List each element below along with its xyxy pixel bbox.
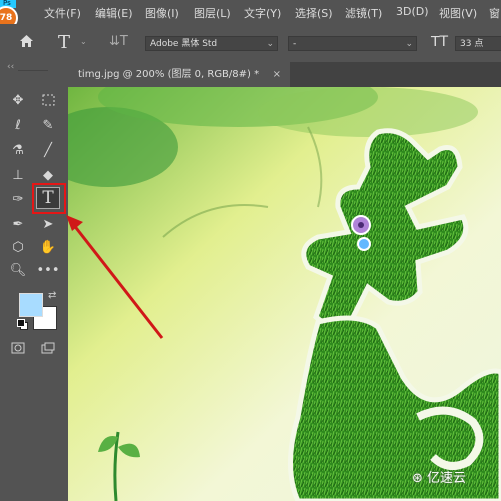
more-tools-icon[interactable]: ••• xyxy=(36,259,60,281)
quick-mask-icon[interactable] xyxy=(6,337,30,359)
brush-tool-icon[interactable]: ╱ xyxy=(36,139,60,161)
chevron-down-icon: ⌄ xyxy=(266,39,274,49)
document-tab-bar: timg.jpg @ 200% (图层 0, RGB/8#) * × xyxy=(68,62,501,87)
screen-mode-icon[interactable] xyxy=(36,337,60,359)
watermark: ⊛ 亿速云 xyxy=(412,471,467,486)
font-style-select[interactable]: - ⌄ xyxy=(288,36,417,51)
zoom-tool-icon[interactable]: 🔍︎ xyxy=(6,259,30,281)
menu-select[interactable]: 选择(S) xyxy=(295,5,333,21)
options-bar: T ⌄ ⇊T Adobe 黑体 Std ⌄ - ⌄ ꓔT 33 点 xyxy=(0,24,501,63)
collapse-icon[interactable]: ‹‹ xyxy=(7,62,14,72)
tools-panel: ‹‹ ✥ ℓ ✎ ⚗ ╱ ⊥ ◆ ✑ T ✒ ➤ ⬡ ✋ 🔍︎ ••• ⇄ xyxy=(0,62,69,501)
home-icon[interactable] xyxy=(19,34,34,52)
type-tool-highlight xyxy=(32,183,66,214)
menu-type[interactable]: 文字(Y) xyxy=(244,5,281,21)
document-canvas[interactable] xyxy=(68,87,501,501)
menu-3d[interactable]: 3D(D) xyxy=(396,5,429,18)
menu-window[interactable]: 窗 xyxy=(489,5,500,21)
type-icon[interactable]: T xyxy=(58,32,70,53)
marquee-tool-icon[interactable] xyxy=(36,89,60,111)
lasso-tool-icon[interactable]: ℓ xyxy=(6,114,30,136)
menu-image[interactable]: 图像(I) xyxy=(145,5,179,21)
font-size-icon: ꓔT xyxy=(431,34,449,50)
menu-file[interactable]: 文件(F) xyxy=(44,5,81,21)
menu-bar: Ps 78 文件(F) 编辑(E) 图像(I) 图层(L) 文字(Y) 选择(S… xyxy=(0,0,501,30)
stamp-tool-icon[interactable]: ⊥ xyxy=(6,164,30,186)
default-colors-icon[interactable] xyxy=(17,319,28,330)
menu-filter[interactable]: 滤镜(T) xyxy=(345,5,382,21)
text-orientation-icon[interactable]: ⇊T xyxy=(109,34,128,49)
document-tab[interactable]: timg.jpg @ 200% (图层 0, RGB/8#) * × xyxy=(68,62,290,87)
hand-tool-icon[interactable]: ✋ xyxy=(36,236,60,258)
swap-colors-icon[interactable]: ⇄ xyxy=(48,290,56,301)
chevron-down-icon: ⌄ xyxy=(405,39,413,49)
eyedropper-tool-icon[interactable]: ⚗ xyxy=(6,139,30,161)
chevron-down-icon[interactable]: ⌄ xyxy=(80,37,87,46)
close-icon[interactable]: × xyxy=(273,62,281,87)
move-tool-icon[interactable]: ✥ xyxy=(6,89,30,111)
foreground-color-swatch[interactable] xyxy=(19,293,43,317)
menu-edit[interactable]: 编辑(E) xyxy=(95,5,133,21)
menu-layer[interactable]: 图层(L) xyxy=(194,5,231,21)
font-size-field[interactable]: 33 点 xyxy=(455,36,501,51)
quick-select-tool-icon[interactable]: ✎ xyxy=(36,114,60,136)
path-select-tool-icon[interactable]: ➤ xyxy=(36,213,60,235)
font-family-select[interactable]: Adobe 黑体 Std ⌄ xyxy=(145,36,278,51)
canvas-image xyxy=(68,87,501,501)
burn-tool-icon[interactable]: ✑ xyxy=(6,188,30,210)
pen-tool-icon[interactable]: ✒ xyxy=(6,213,30,235)
menu-view[interactable]: 视图(V) xyxy=(439,5,477,21)
shape-tool-icon[interactable]: ⬡ xyxy=(6,236,30,258)
panel-grip xyxy=(18,70,48,71)
